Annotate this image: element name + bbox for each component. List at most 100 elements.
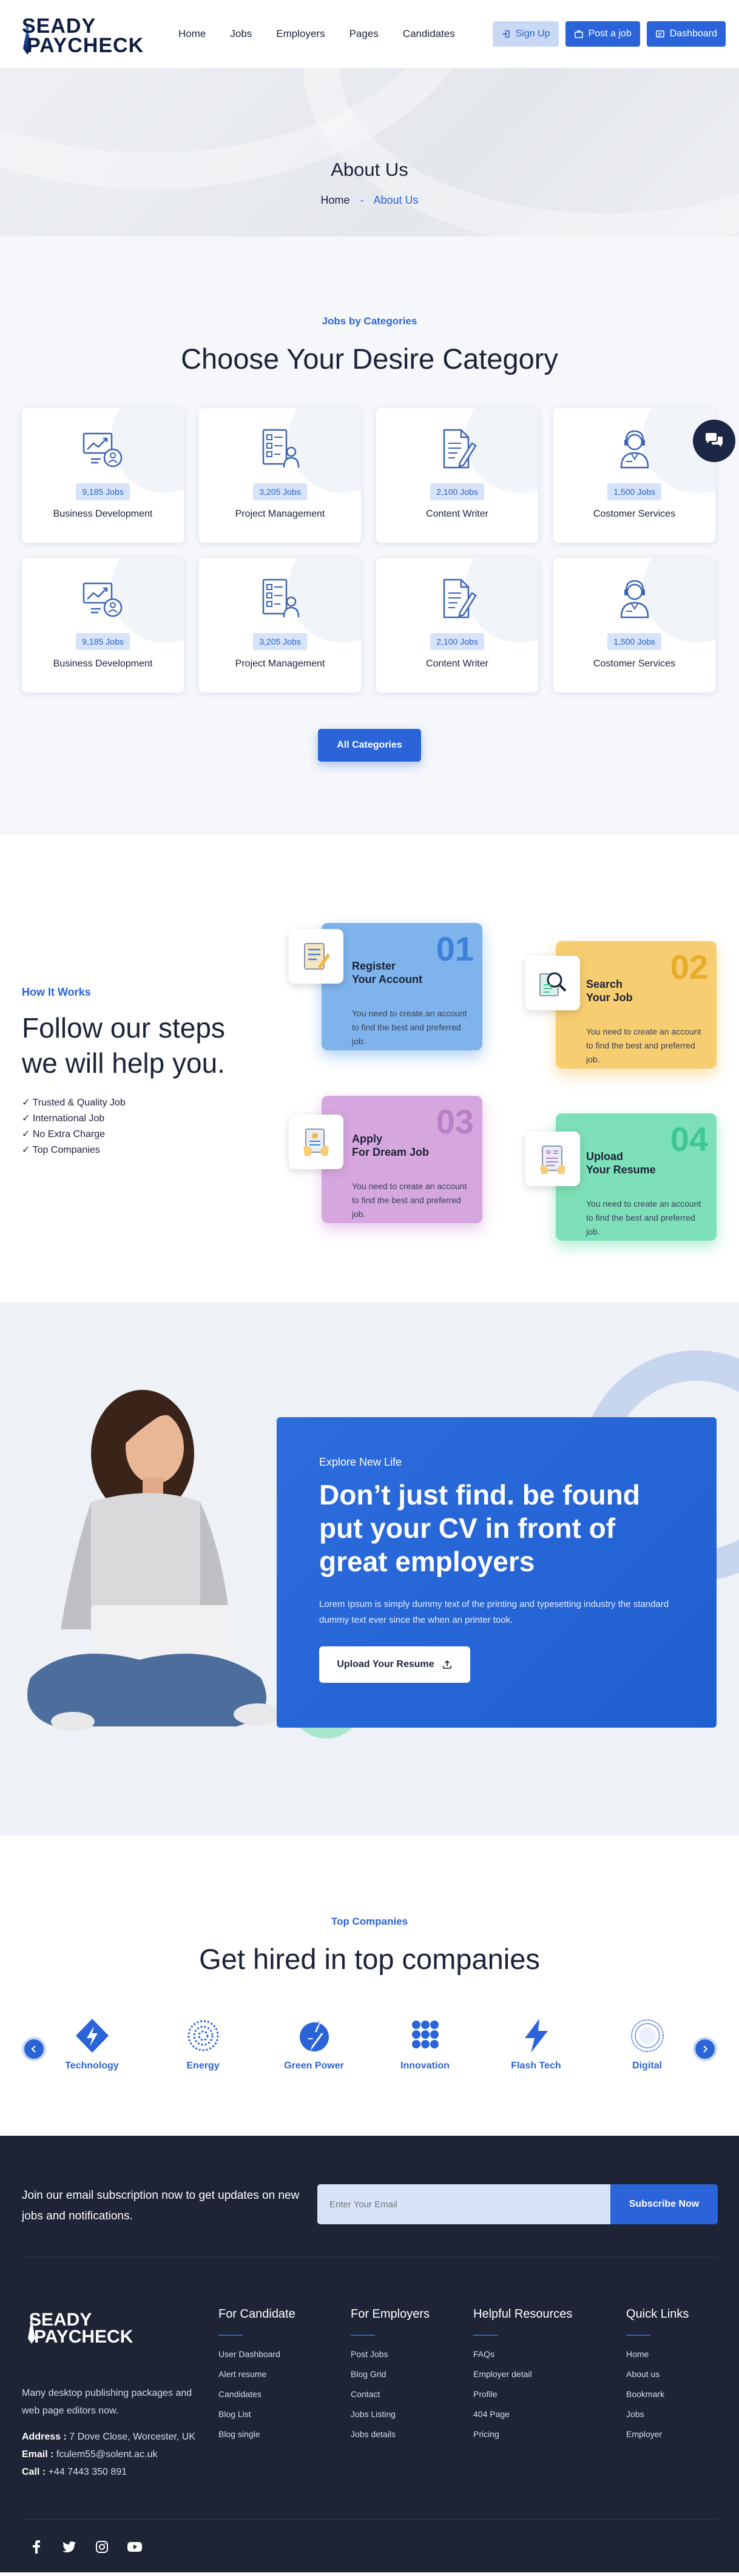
- footer-link[interactable]: Alert resume: [218, 2368, 295, 2381]
- category-card[interactable]: 1,500 Jobs Costomer Services: [553, 408, 715, 543]
- call-value[interactable]: +44 7443 350 891: [49, 2467, 127, 2477]
- footer-logo[interactable]: SEADY PAYCHECK: [22, 2307, 143, 2356]
- dashboard-button[interactable]: Dashboard: [646, 21, 726, 47]
- step-title-line2: For Dream Job: [352, 1146, 430, 1158]
- footer-link[interactable]: Blog single: [218, 2428, 295, 2441]
- company-logo[interactable]: Digital: [608, 2018, 687, 2071]
- companies-eyebrow: Top Companies: [331, 1916, 408, 1927]
- how-title-line2: we will help you.: [22, 1047, 225, 1079]
- footer-column: For Candidate User Dashboard Alert resume C…: [218, 2307, 295, 2441]
- company-logo[interactable]: Energy: [164, 2018, 243, 2071]
- content-writer-icon: [433, 575, 482, 623]
- step-title-line1: Register: [352, 960, 396, 972]
- search-icon: [539, 972, 567, 996]
- customer-services-icon: [610, 575, 659, 623]
- company-logo[interactable]: Technology: [53, 2018, 132, 2071]
- footer-link[interactable]: About us: [626, 2368, 689, 2381]
- divider: [22, 2519, 717, 2520]
- footer-link[interactable]: Jobs Listing: [351, 2408, 430, 2421]
- category-card[interactable]: 3,205 Jobs Project Management: [199, 558, 361, 693]
- email-value[interactable]: fculem55@solent.ac.uk: [56, 2449, 158, 2460]
- step-title-line2: Your Resume: [586, 1164, 656, 1176]
- chat-button[interactable]: [693, 420, 735, 462]
- footer-link[interactable]: User Dashboard: [218, 2348, 295, 2361]
- nav-jobs[interactable]: Jobs: [230, 28, 252, 40]
- company-logo[interactable]: Innovation: [386, 2018, 465, 2071]
- header-actions: Sign Up Post a job Dashboard: [492, 21, 726, 47]
- step-number: 02: [670, 948, 708, 986]
- footer-link[interactable]: Bookmark: [626, 2388, 689, 2401]
- upload-resume-button[interactable]: Upload Your Resume: [319, 1646, 470, 1683]
- category-job-count: 2,100 Jobs: [430, 483, 484, 500]
- apply-icon: [303, 1129, 329, 1156]
- footer-link[interactable]: FAQs: [473, 2348, 572, 2361]
- twitter-icon[interactable]: [62, 2540, 76, 2554]
- category-job-count: 9,185 Jobs: [76, 483, 130, 500]
- step-description: You need to create an account to find th…: [352, 1181, 467, 1219]
- upload-icon: [442, 1660, 451, 1669]
- footer-column-title: Quick Links: [626, 2307, 689, 2321]
- carousel-next-button[interactable]: [693, 2037, 717, 2061]
- category-card[interactable]: 9,185 Jobs Business Development: [22, 558, 184, 693]
- company-name: Green Power: [284, 2061, 344, 2071]
- energy-logo-icon: [164, 2018, 243, 2057]
- footer-link[interactable]: 404 Page: [473, 2408, 572, 2421]
- register-icon: [304, 943, 330, 970]
- company-name: Innovation: [400, 2061, 450, 2071]
- project-management-icon: [256, 575, 305, 623]
- customer-services-icon: [610, 425, 659, 474]
- logo[interactable]: SEADY PAYCHECK: [13, 6, 143, 62]
- title-underline: [351, 2335, 375, 2336]
- title-underline: [218, 2335, 243, 2336]
- email-field[interactable]: [317, 2184, 610, 2224]
- footer-link[interactable]: Profile: [473, 2388, 572, 2401]
- upload-resume-icon: [540, 1145, 565, 1174]
- breadcrumb-current: About Us: [373, 194, 419, 206]
- footer-column-title: For Employers: [351, 2307, 430, 2321]
- footer-link[interactable]: Jobs: [626, 2408, 689, 2421]
- how-title: Follow our steps we will help you.: [22, 1010, 225, 1081]
- project-management-icon: [256, 425, 305, 474]
- step-number: 04: [670, 1120, 708, 1158]
- category-card[interactable]: 1,500 Jobs Costomer Services: [553, 558, 715, 693]
- category-card[interactable]: 2,100 Jobs Content Writer: [376, 408, 538, 543]
- footer-link[interactable]: Post Jobs: [351, 2348, 430, 2361]
- footer-link[interactable]: Blog List: [218, 2408, 295, 2421]
- title-underline: [626, 2335, 650, 2336]
- nav-employers[interactable]: Employers: [276, 28, 325, 40]
- step-description: You need to create an account to find th…: [586, 1027, 701, 1064]
- footer-link[interactable]: Blog Grid: [351, 2368, 430, 2381]
- footer-link[interactable]: Pricing: [473, 2428, 572, 2441]
- site-header: SEADY PAYCHECK Home Jobs Employers Pages…: [0, 0, 739, 68]
- cv-description: Lorem Ipsum is simply dummy text of the …: [319, 1599, 669, 1625]
- instagram-icon[interactable]: [95, 2540, 109, 2554]
- green-power-logo-icon: [275, 2018, 354, 2057]
- signup-button[interactable]: Sign Up: [492, 21, 559, 47]
- category-card[interactable]: 3,205 Jobs Project Management: [199, 408, 361, 543]
- company-logo[interactable]: Flash Tech: [497, 2018, 576, 2071]
- footer-link[interactable]: Home: [626, 2348, 689, 2361]
- nav-candidates[interactable]: Candidates: [403, 28, 455, 40]
- nav-pages[interactable]: Pages: [349, 28, 379, 40]
- breadcrumb-home[interactable]: Home: [320, 194, 349, 206]
- footer-link[interactable]: Employer: [626, 2428, 689, 2441]
- youtube-icon[interactable]: [127, 2540, 142, 2554]
- step-title-line2: Your Job: [586, 991, 633, 1004]
- all-categories-button[interactable]: All Categories: [318, 729, 421, 762]
- footer-link[interactable]: Candidates: [218, 2388, 295, 2401]
- footer-link[interactable]: Jobs details: [351, 2428, 430, 2441]
- category-name: Business Development: [53, 509, 153, 519]
- post-job-button[interactable]: Post a job: [565, 21, 640, 47]
- footer-link[interactable]: Contact: [351, 2388, 430, 2401]
- category-card[interactable]: 9,185 Jobs Business Development: [22, 408, 184, 543]
- address-label: Address :: [22, 2432, 67, 2442]
- page-banner: About Us Home - About Us: [0, 68, 739, 236]
- subscribe-button[interactable]: Subscribe Now: [610, 2184, 718, 2224]
- nav-home[interactable]: Home: [178, 28, 206, 40]
- page-title: About Us: [331, 159, 408, 180]
- email-label: Email :: [22, 2449, 54, 2460]
- company-logo[interactable]: Green Power: [275, 2018, 354, 2071]
- footer-link[interactable]: Employer detail: [473, 2368, 572, 2381]
- facebook-icon[interactable]: [29, 2540, 44, 2554]
- category-card[interactable]: 2,100 Jobs Content Writer: [376, 558, 538, 693]
